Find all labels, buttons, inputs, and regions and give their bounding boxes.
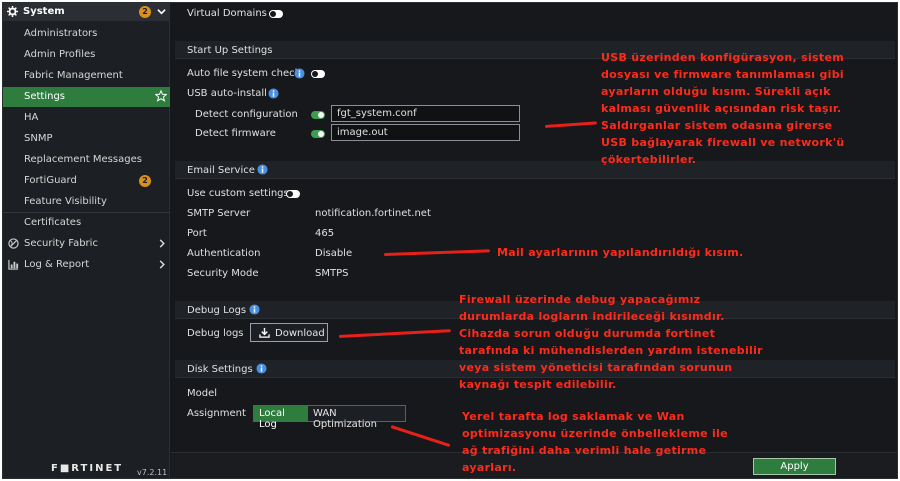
assignment-label: Assignment [187, 408, 246, 419]
sidebar-item-label: Security Fabric [24, 238, 98, 249]
auto-fs-check-label: Auto file system check [187, 68, 301, 79]
sidebar-item-label: Admin Profiles [24, 49, 96, 60]
app-window: System 2 Administrators Admin Profiles F… [2, 2, 898, 479]
sidebar-item-label: Replacement Messages [24, 154, 142, 165]
sidebar-item-security-fabric[interactable]: Security Fabric [3, 234, 170, 254]
sidebar-item-label: Settings [24, 91, 66, 102]
info-icon[interactable] [256, 363, 267, 374]
virtual-domains-toggle[interactable] [269, 10, 283, 18]
detect-config-label: Detect configuration [195, 109, 298, 120]
assignment-option-local-log[interactable]: Local Log [253, 405, 307, 430]
detect-config-input[interactable]: fgt_system.conf [331, 105, 520, 122]
section-title: Debug Logs [187, 305, 247, 316]
notification-badge: 2 [139, 175, 151, 187]
sidebar-item-fabric-management[interactable]: Fabric Management [3, 66, 170, 86]
smtp-server-label: SMTP Server [187, 208, 251, 219]
detect-firmware-input[interactable]: image.out [331, 124, 520, 141]
annotation-mail: Mail ayarlarının yapılandırıldığı kısım. [497, 246, 744, 259]
security-fabric-icon [8, 238, 19, 249]
annotation-debug: Firewall üzerinde debug yapacağımız duru… [459, 293, 763, 391]
sidebar-item-admin-profiles[interactable]: Admin Profiles [3, 45, 170, 65]
star-icon[interactable] [155, 90, 167, 102]
apply-button[interactable]: Apply [753, 458, 836, 475]
sidebar-section-label: System [23, 6, 65, 17]
port-label: Port [187, 228, 207, 239]
assignment-option-wan-optimization[interactable]: WAN Optimization [307, 405, 406, 430]
info-icon[interactable] [268, 88, 279, 99]
download-icon [259, 327, 270, 338]
port-value: 465 [315, 228, 335, 239]
sidebar-item-label: Fabric Management [24, 70, 123, 81]
chevron-right-icon [159, 239, 165, 248]
debug-logs-label: Debug logs [187, 328, 244, 339]
authentication-value: Disable [315, 248, 353, 259]
sidebar-item-settings[interactable]: Settings [3, 87, 170, 107]
section-title: Disk Settings [187, 364, 253, 375]
chevron-down-icon[interactable] [157, 7, 166, 16]
chevron-right-icon [159, 260, 165, 269]
firmware-version: v7.2.11 [137, 468, 168, 477]
virtual-domains-label: Virtual Domains [187, 8, 267, 19]
download-label: Download [275, 328, 325, 339]
security-mode-label: Security Mode [187, 268, 259, 279]
annotation-usb: USB üzerinden konfigürasyon, sistem dosy… [601, 51, 845, 166]
info-icon[interactable] [257, 164, 268, 175]
sidebar-section-system[interactable]: System 2 [3, 3, 170, 21]
sidebar-item-snmp[interactable]: SNMP [3, 129, 170, 149]
sidebar-item-ha[interactable]: HA [3, 108, 170, 128]
sidebar-item-label: SNMP [24, 133, 53, 144]
info-icon[interactable] [294, 68, 305, 79]
info-icon[interactable] [249, 304, 260, 315]
auto-fs-check-toggle[interactable] [311, 70, 325, 78]
sidebar-item-administrators[interactable]: Administrators [3, 24, 170, 44]
sidebar-item-certificates[interactable]: Certificates [3, 213, 170, 233]
sidebar: System 2 Administrators Admin Profiles F… [3, 3, 170, 478]
sidebar-item-fortiguard[interactable]: FortiGuard 2 [3, 171, 170, 191]
use-custom-settings-label: Use custom settings [187, 188, 289, 199]
detect-firmware-label: Detect firmware [195, 128, 276, 139]
sidebar-item-label: Log & Report [24, 259, 90, 270]
section-title: Email Service [187, 165, 255, 176]
security-mode-value: SMTPS [315, 268, 349, 279]
sidebar-item-log-report[interactable]: Log & Report [3, 255, 170, 275]
use-custom-settings-toggle[interactable] [286, 190, 300, 198]
sidebar-item-feature-visibility[interactable]: Feature Visibility [3, 192, 170, 212]
model-label: Model [187, 388, 218, 399]
usb-auto-install-label: USB auto-install [187, 88, 267, 99]
annotation-disk: Yerel tarafta log saklamak ve Wan optimi… [462, 410, 728, 474]
download-button[interactable]: Download [250, 323, 328, 342]
sidebar-item-label: Certificates [24, 217, 82, 228]
sidebar-item-label: Administrators [24, 28, 98, 39]
detect-firmware-toggle[interactable] [311, 130, 325, 138]
authentication-label: Authentication [187, 248, 261, 259]
smtp-server-value: notification.fortinet.net [315, 208, 431, 219]
section-title: Start Up Settings [187, 45, 273, 56]
chart-icon [8, 259, 19, 270]
notification-badge: 2 [139, 6, 151, 18]
sidebar-item-label: HA [24, 112, 39, 123]
detect-config-toggle[interactable] [311, 111, 325, 119]
sidebar-item-replacement-messages[interactable]: Replacement Messages [3, 150, 170, 170]
sidebar-item-label: FortiGuard [24, 175, 77, 186]
fortinet-logo: F■RTINET [51, 463, 124, 474]
gear-icon [7, 6, 18, 17]
sidebar-item-label: Feature Visibility [24, 196, 107, 207]
